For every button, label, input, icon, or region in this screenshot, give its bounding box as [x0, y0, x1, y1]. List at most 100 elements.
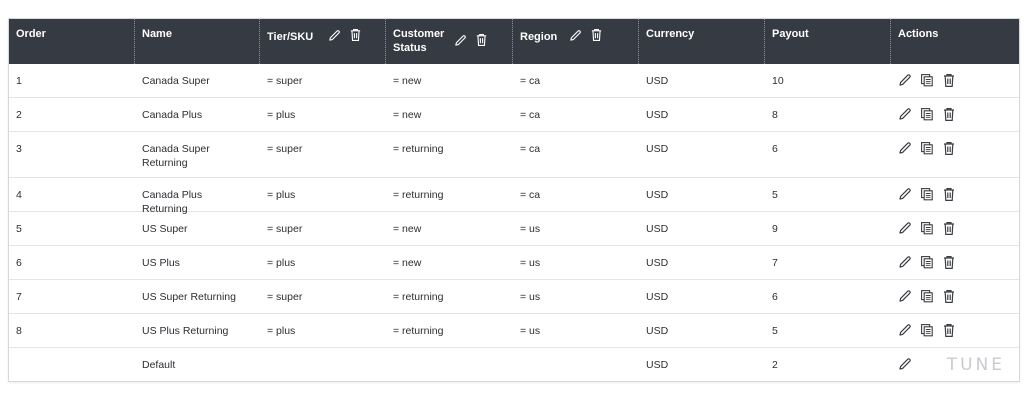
- cell-payout: 5: [772, 189, 778, 201]
- pencil-icon[interactable]: [898, 357, 912, 371]
- cell-order: 4: [16, 189, 22, 201]
- cell-order: [9, 348, 135, 381]
- cell-payout: 7: [772, 257, 778, 269]
- cell-region: = ca: [520, 143, 541, 155]
- header-actions-label: Actions: [898, 28, 939, 40]
- row-actions: [891, 280, 1019, 313]
- cell-customer: = new: [393, 75, 422, 87]
- trash-icon[interactable]: [942, 141, 956, 156]
- pencil-icon[interactable]: [898, 107, 912, 121]
- cell-customer: = new: [393, 109, 422, 121]
- cell-payout: 6: [772, 291, 778, 303]
- cell-region: = ca: [520, 189, 541, 201]
- table-row: 4 Canada Plus Returning = plus = returning =…: [9, 177, 1019, 215]
- cell-currency: USD: [646, 75, 669, 87]
- cell-tier: = super: [267, 143, 303, 155]
- copy-icon[interactable]: [920, 221, 934, 235]
- pencil-icon[interactable]: [898, 255, 912, 269]
- pencil-icon[interactable]: [898, 221, 912, 235]
- cell-tier: = super: [267, 291, 303, 303]
- cell-currency: USD: [646, 109, 669, 121]
- cell-name: Canada Super Returning: [142, 143, 210, 169]
- tune-watermark: TUNE: [946, 355, 1005, 375]
- pencil-icon[interactable]: [898, 141, 912, 155]
- table-row: 1 Canada Super = super = new = ca USD 10: [9, 64, 1019, 97]
- cell-region: [513, 348, 639, 381]
- cell-currency: USD: [646, 291, 669, 303]
- header-customer-status: Customer Status: [386, 19, 513, 64]
- copy-icon[interactable]: [920, 73, 934, 87]
- table-row: 7 US Super Returning = super = returning = u…: [9, 279, 1019, 313]
- header-name: Name: [135, 19, 260, 64]
- header-order: Order: [9, 19, 135, 64]
- trash-icon[interactable]: [942, 255, 956, 270]
- copy-icon[interactable]: [920, 107, 934, 121]
- cell-region: = us: [520, 325, 541, 337]
- trash-icon[interactable]: [942, 107, 956, 122]
- table-row: 6 US Plus = plus = new = us USD 7: [9, 245, 1019, 279]
- copy-icon[interactable]: [920, 187, 934, 201]
- pencil-icon[interactable]: [898, 187, 912, 201]
- cell-currency: USD: [646, 143, 669, 155]
- cell-name: US Plus: [142, 257, 180, 269]
- trash-icon[interactable]: [475, 33, 488, 47]
- cell-region: = us: [520, 291, 541, 303]
- pencil-icon[interactable]: [569, 29, 582, 42]
- cell-order: 8: [16, 325, 22, 337]
- header-payout: Payout: [765, 19, 891, 64]
- header-tier-sku: Tier/SKU: [260, 19, 386, 64]
- pencil-icon[interactable]: [898, 73, 912, 87]
- cell-tier: = super: [267, 75, 303, 87]
- table-body: 1 Canada Super = super = new = ca USD 10 2 Canad…: [9, 64, 1019, 381]
- table-header: Order Name Tier/SKU Customer Status Regi…: [9, 19, 1019, 64]
- trash-icon[interactable]: [942, 73, 956, 88]
- cell-currency: USD: [646, 325, 669, 337]
- cell-customer: = returning: [393, 325, 444, 337]
- cell-order: 2: [16, 109, 22, 121]
- cell-payout: 2: [772, 359, 778, 371]
- trash-icon[interactable]: [590, 28, 603, 42]
- trash-icon[interactable]: [942, 289, 956, 304]
- cell-tier: = plus: [267, 325, 296, 337]
- cell-tier: = plus: [267, 189, 296, 201]
- table-row: 8 US Plus Returning = plus = returning = us U…: [9, 313, 1019, 347]
- pencil-icon[interactable]: [454, 34, 467, 47]
- cell-customer: = new: [393, 223, 422, 235]
- cell-currency: USD: [646, 189, 669, 201]
- copy-icon[interactable]: [920, 323, 934, 337]
- cell-tier: = plus: [267, 109, 296, 121]
- cell-currency: USD: [646, 359, 669, 371]
- cell-region: = us: [520, 223, 541, 235]
- table-row: 3 Canada Super Returning = super = returnin…: [9, 131, 1019, 177]
- copy-icon[interactable]: [920, 255, 934, 269]
- cell-tier: [260, 348, 386, 381]
- cell-name: Default: [142, 359, 176, 371]
- cell-tier: = plus: [267, 257, 296, 269]
- trash-icon[interactable]: [942, 221, 956, 236]
- trash-icon[interactable]: [942, 323, 956, 338]
- header-name-label: Name: [142, 28, 172, 40]
- trash-icon[interactable]: [942, 187, 956, 202]
- row-actions: [891, 246, 1019, 279]
- cell-order: 1: [16, 75, 22, 87]
- pencil-icon[interactable]: [328, 29, 341, 42]
- header-tier-label: Tier/SKU: [267, 31, 314, 43]
- row-actions: [891, 314, 1019, 347]
- cell-order: 7: [16, 291, 22, 303]
- cell-payout: 8: [772, 109, 778, 121]
- header-currency-label: Currency: [646, 28, 695, 40]
- copy-icon[interactable]: [920, 289, 934, 303]
- cell-customer: [386, 348, 513, 381]
- pencil-icon[interactable]: [898, 289, 912, 303]
- cell-name: US Super Returning: [142, 291, 236, 303]
- trash-icon[interactable]: [349, 28, 362, 42]
- cell-name: US Super: [142, 223, 188, 235]
- cell-payout: 6: [772, 143, 778, 155]
- copy-icon[interactable]: [920, 141, 934, 155]
- pencil-icon[interactable]: [898, 323, 912, 337]
- row-actions: [891, 64, 1019, 97]
- header-currency: Currency: [639, 19, 765, 64]
- row-actions: [891, 212, 1019, 245]
- cell-currency: USD: [646, 223, 669, 235]
- header-order-label: Order: [16, 28, 46, 40]
